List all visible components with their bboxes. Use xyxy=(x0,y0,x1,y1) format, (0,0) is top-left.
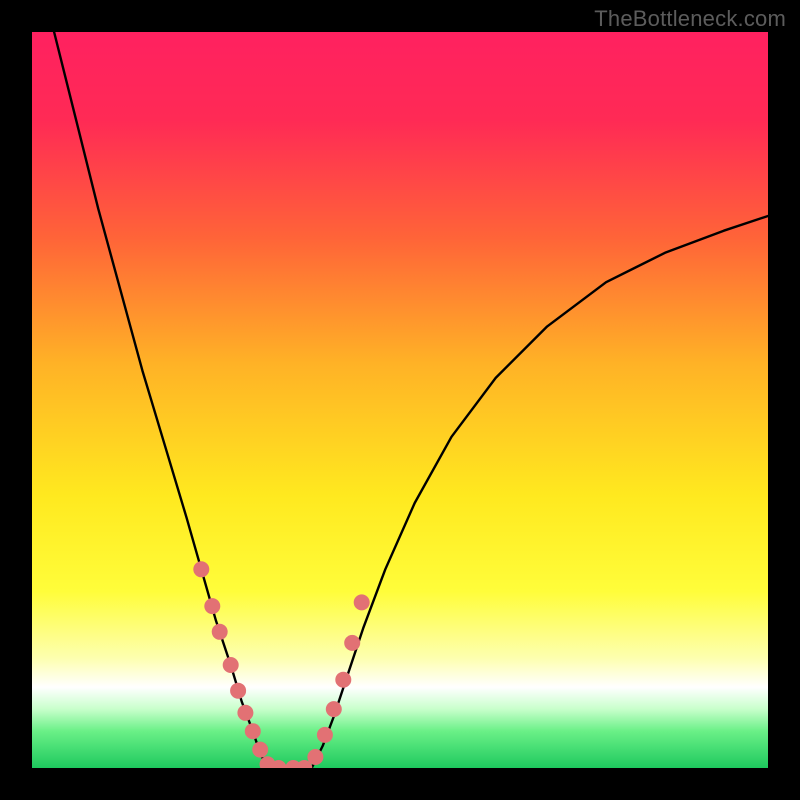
sample-dot xyxy=(212,624,228,640)
sample-dot xyxy=(344,635,360,651)
watermark-text: TheBottleneck.com xyxy=(594,6,786,32)
sample-dot xyxy=(223,657,239,673)
gradient-background xyxy=(32,32,768,768)
sample-dot xyxy=(193,561,209,577)
sample-dot xyxy=(237,705,253,721)
sample-dot xyxy=(307,749,323,765)
sample-dot xyxy=(230,683,246,699)
sample-dot xyxy=(252,742,268,758)
sample-dot xyxy=(317,727,333,743)
sample-dot xyxy=(326,701,342,717)
sample-dot xyxy=(354,594,370,610)
chart-frame: TheBottleneck.com xyxy=(0,0,800,800)
sample-dot xyxy=(245,723,261,739)
plot-svg xyxy=(32,32,768,768)
sample-dot xyxy=(335,672,351,688)
plot-area xyxy=(32,32,768,768)
sample-dot xyxy=(204,598,220,614)
